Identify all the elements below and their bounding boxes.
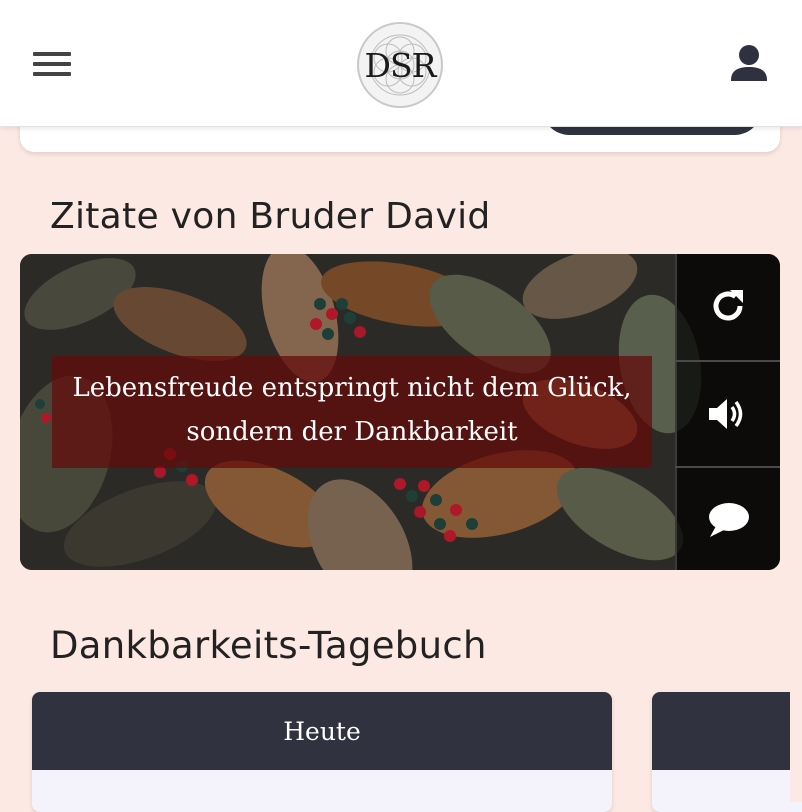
speaker-icon	[708, 399, 742, 429]
user-icon[interactable]	[726, 42, 772, 86]
top-app-bar: DSR	[0, 0, 802, 127]
dsr-logo[interactable]: DSR	[357, 22, 443, 108]
diary-section-title: Dankbarkeits-Tagebuch	[50, 624, 487, 667]
comment-icon	[708, 503, 749, 537]
refresh-icon	[713, 290, 743, 321]
refresh-quote-button[interactable]	[675, 254, 780, 358]
hamburger-menu-icon[interactable]	[30, 44, 74, 84]
quote-card: Lebensfreude entspringt nicht dem Glück,…	[20, 254, 780, 570]
diary-card-today[interactable]: Heute	[32, 692, 612, 812]
diary-card-header	[652, 692, 802, 770]
diary-card-next[interactable]	[652, 692, 802, 812]
quote-text: Lebensfreude entspringt nicht dem Glück,…	[52, 366, 652, 454]
page-edge	[790, 680, 802, 802]
quote-line-1: Lebensfreude entspringt nicht dem Glück,	[72, 373, 632, 403]
quotes-section-title: Zitate von Bruder David	[50, 196, 491, 237]
quote-line-2: sondern der Dankbarkeit	[186, 417, 518, 447]
comment-button[interactable]	[675, 466, 780, 570]
quote-actions	[675, 254, 780, 570]
diary-card-header: Heute	[32, 692, 612, 770]
play-audio-button[interactable]	[675, 360, 780, 466]
logo-text: DSR	[364, 46, 437, 85]
